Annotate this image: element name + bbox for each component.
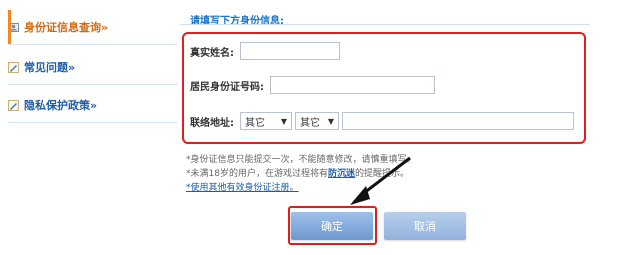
sidebar-item-id-query[interactable]: 身份证信息查询» (8, 10, 178, 45)
pencil-icon (8, 99, 19, 111)
sidebar: 身份证信息查询» 常见问题» 隐私保护政策» (0, 0, 178, 255)
main-panel: 请填写下方身份信息: 真实姓名: 居民身份证号码: 联络地址: 其它 ▼ 其它 … (180, 0, 620, 255)
sidebar-item-label: 常见问题» (24, 61, 76, 74)
sidebar-item-faq[interactable]: 常见问题» (8, 50, 178, 85)
sidebar-item-label: 身份证信息查询» (24, 21, 109, 34)
id-card-icon (8, 22, 19, 33)
sidebar-item-label: 隐私保护政策» (24, 99, 98, 112)
pencil-icon (8, 61, 19, 73)
sidebar-item-privacy[interactable]: 隐私保护政策» (8, 88, 178, 123)
annotation-arrow-icon (350, 156, 411, 205)
